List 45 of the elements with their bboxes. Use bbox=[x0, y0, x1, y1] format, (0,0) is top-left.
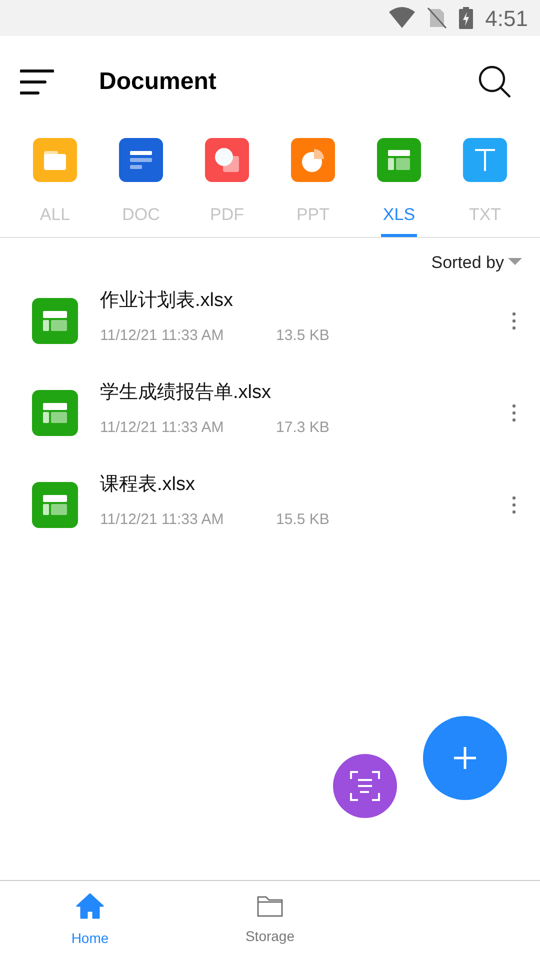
menu-button[interactable] bbox=[20, 68, 54, 96]
more-icon bbox=[512, 404, 516, 422]
spreadsheet-icon bbox=[32, 298, 78, 344]
more-button[interactable] bbox=[512, 312, 516, 330]
page-title: Document bbox=[99, 67, 216, 97]
file-date: 11/12/21 11:33 AM bbox=[100, 418, 225, 438]
more-button[interactable] bbox=[512, 404, 516, 422]
spreadsheet-icon bbox=[377, 138, 421, 182]
file-size: 15.5 KB bbox=[276, 510, 330, 530]
file-row[interactable]: 作业计划表.xlsx 11/12/21 11:33 AM 13.5 KB bbox=[0, 275, 540, 367]
clock: 4:51 bbox=[485, 4, 528, 32]
more-icon bbox=[512, 312, 516, 330]
file-size: 13.5 KB bbox=[276, 326, 330, 346]
pie-chart-icon bbox=[291, 138, 335, 182]
battery-charging-icon bbox=[459, 7, 474, 29]
file-name: 学生成绩报告单.xlsx bbox=[100, 380, 272, 405]
spreadsheet-icon bbox=[32, 390, 78, 436]
folder-icon bbox=[256, 894, 284, 918]
file-date: 11/12/21 11:33 AM bbox=[100, 326, 225, 346]
file-name: 作业计划表.xlsx bbox=[100, 288, 234, 313]
text-icon bbox=[463, 138, 507, 182]
menu-icon bbox=[20, 69, 54, 95]
search-button[interactable] bbox=[478, 65, 512, 99]
category-tab[interactable]: XLS bbox=[356, 128, 442, 236]
pdf-icon bbox=[205, 138, 249, 182]
home-icon bbox=[75, 892, 105, 920]
nav-tab[interactable]: Home bbox=[0, 881, 180, 960]
spreadsheet-icon bbox=[32, 482, 78, 528]
file-row[interactable]: 学生成绩报告单.xlsx 11/12/21 11:33 AM 17.3 KB bbox=[0, 367, 540, 459]
file-date: 11/12/21 11:33 AM bbox=[100, 510, 225, 530]
file-size: 17.3 KB bbox=[276, 418, 330, 438]
nav-tab[interactable]: Storage bbox=[180, 881, 360, 960]
sort-dropdown[interactable]: Sorted by bbox=[431, 250, 522, 275]
document-icon bbox=[119, 138, 163, 182]
search-icon bbox=[478, 65, 512, 99]
caret-icon bbox=[508, 258, 522, 266]
plus-icon bbox=[454, 747, 476, 769]
file-name: 课程表.xlsx bbox=[100, 472, 196, 497]
wifi-icon bbox=[389, 7, 416, 29]
more-icon bbox=[512, 496, 516, 514]
more-button[interactable] bbox=[512, 496, 516, 514]
file-row[interactable]: 课程表.xlsx 11/12/21 11:33 AM 15.5 KB bbox=[0, 459, 540, 551]
scan-icon bbox=[349, 770, 381, 802]
folder-icon bbox=[33, 138, 77, 182]
no-sim-icon bbox=[427, 7, 448, 29]
